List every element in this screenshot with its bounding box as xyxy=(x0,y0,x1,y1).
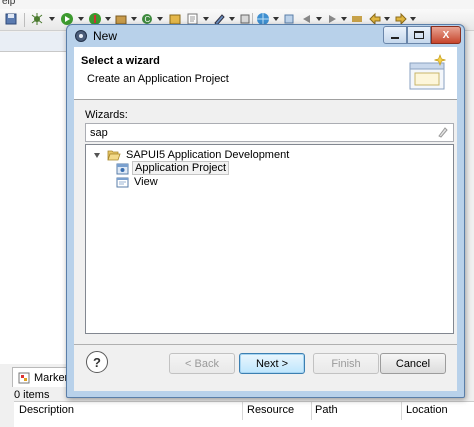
minimize-icon xyxy=(391,36,399,39)
maximize-icon xyxy=(414,31,424,39)
column-header-path[interactable]: Path xyxy=(315,404,338,416)
wizard-header: Select a wizard Create an Application Pr… xyxy=(74,47,457,100)
save-icon[interactable] xyxy=(4,12,18,26)
chevron-down-icon[interactable] xyxy=(157,17,163,21)
dialog-title: New xyxy=(93,29,118,43)
chevron-down-icon[interactable] xyxy=(49,17,55,21)
markers-icon xyxy=(18,372,30,383)
eclipse-icon xyxy=(75,30,87,42)
wizard-title: Select a wizard xyxy=(81,55,160,67)
debug-icon[interactable] xyxy=(30,12,44,26)
maximize-button[interactable] xyxy=(407,26,431,44)
new-wizard-dialog: New X Select a wizard Create an Applicat… xyxy=(66,24,465,398)
chevron-down-icon[interactable] xyxy=(341,17,347,21)
wizard-description: Create an Application Project xyxy=(87,73,229,85)
wizard-banner-icon xyxy=(409,54,446,90)
next-button[interactable]: Next > xyxy=(239,353,305,374)
chevron-down-icon[interactable] xyxy=(273,17,279,21)
wizard-filter-input[interactable] xyxy=(85,123,454,142)
column-header-location[interactable]: Location xyxy=(406,404,448,416)
close-icon: X xyxy=(442,29,450,41)
menu-help-fragment[interactable]: elp xyxy=(2,0,15,7)
chevron-down-icon[interactable] xyxy=(78,17,84,21)
view-icon xyxy=(116,177,129,187)
column-header-description[interactable]: Description xyxy=(19,404,74,416)
chevron-down-icon[interactable] xyxy=(203,17,209,21)
wizard-tree[interactable]: SAPUI5 Application Development Applicati… xyxy=(85,144,454,334)
close-button[interactable]: X xyxy=(431,26,461,44)
tree-node-view[interactable]: View xyxy=(116,174,160,190)
dialog-title-bar[interactable]: New X xyxy=(67,25,464,47)
column-divider[interactable] xyxy=(242,402,243,420)
chevron-down-icon[interactable] xyxy=(229,17,235,21)
package-explorer-panel xyxy=(0,32,70,364)
chevron-down-icon[interactable] xyxy=(384,17,390,21)
finish-button[interactable]: Finish xyxy=(313,353,379,374)
wizards-label: Wizards: xyxy=(85,109,128,121)
column-header-resource[interactable]: Resource xyxy=(247,404,294,416)
chevron-down-icon[interactable] xyxy=(410,17,416,21)
expand-arrow-icon[interactable] xyxy=(94,152,100,158)
minimize-button[interactable] xyxy=(383,26,407,44)
menu-bar: elp xyxy=(0,0,474,9)
chevron-down-icon[interactable] xyxy=(131,17,137,21)
application-project-icon xyxy=(116,163,129,174)
chevron-down-icon[interactable] xyxy=(105,17,111,21)
back-button[interactable]: < Back xyxy=(169,353,235,374)
column-divider[interactable] xyxy=(401,402,402,420)
footer-divider xyxy=(74,344,457,345)
help-button[interactable]: ? xyxy=(86,351,108,373)
markers-item-count: 0 items xyxy=(14,389,50,401)
cancel-button[interactable]: Cancel xyxy=(380,353,446,374)
dialog-body: Select a wizard Create an Application Pr… xyxy=(74,47,457,391)
svg-text:C: C xyxy=(145,15,151,24)
chevron-down-icon[interactable] xyxy=(316,17,322,21)
panel-header xyxy=(0,32,69,52)
markers-table[interactable]: Description Resource Path Location xyxy=(14,401,474,427)
clear-filter-icon[interactable] xyxy=(437,126,449,138)
toolbar-separator xyxy=(24,13,25,27)
help-icon: ? xyxy=(93,354,101,370)
tree-node-label: Application Project xyxy=(132,161,230,175)
tree-node-label: View xyxy=(134,176,158,188)
column-divider[interactable] xyxy=(311,402,312,420)
